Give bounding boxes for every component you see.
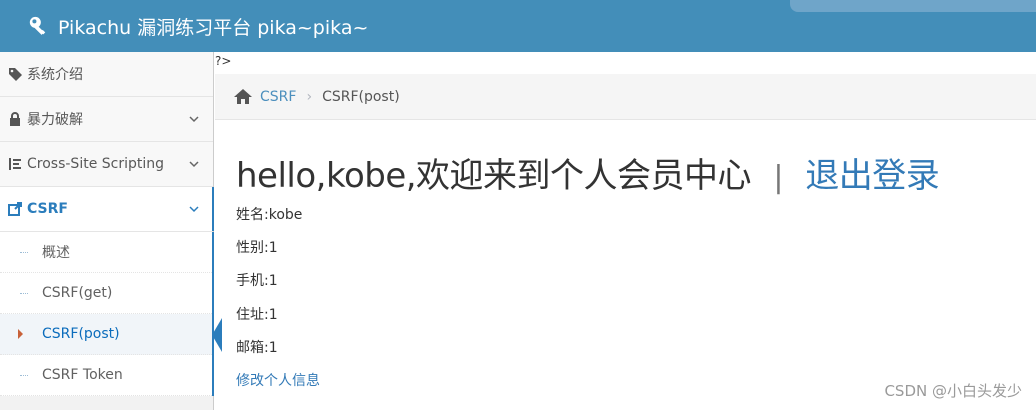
- sidebar-item-csrf[interactable]: CSRF: [0, 187, 214, 232]
- tree-line: [20, 375, 28, 376]
- key-icon: [29, 16, 46, 35]
- chevron-down-icon: [189, 161, 199, 168]
- edit-profile-link[interactable]: 修改个人信息: [236, 370, 320, 390]
- submenu-item-overview[interactable]: 概述: [0, 232, 212, 273]
- breadcrumb: CSRF › CSRF(post): [215, 74, 1036, 120]
- submenu-item-csrf-post[interactable]: CSRF(post): [0, 314, 222, 355]
- sidebar-item-label: Cross-Site Scripting: [27, 156, 165, 172]
- tags-icon: [8, 67, 24, 81]
- logout-link[interactable]: 退出登录: [805, 156, 940, 196]
- home-icon[interactable]: [233, 88, 253, 105]
- page-title: hello,kobe,欢迎来到个人会员中心 | 退出登录: [236, 148, 940, 197]
- chevron-down-icon: [189, 116, 199, 123]
- submenu-item-label: CSRF(get): [42, 285, 113, 301]
- sidebar: 系统介绍 暴力破解 Cross-Site Scripting CSRF 概述 C…: [0, 52, 222, 410]
- profile-email: 邮箱:1: [236, 340, 278, 356]
- profile-address: 住址:1: [236, 307, 278, 323]
- stray-text: ?>: [215, 54, 232, 68]
- main-content: ?> CSRF › CSRF(post) hello,kobe,欢迎来到个人会员…: [215, 52, 1036, 410]
- chevron-down-icon: [189, 206, 199, 213]
- sidebar-item-label: 暴力破解: [27, 112, 83, 128]
- sidebar-item-label: CSRF: [27, 201, 68, 217]
- breadcrumb-link-csrf[interactable]: CSRF: [260, 89, 296, 105]
- submenu-item-label: 概述: [42, 245, 70, 261]
- breadcrumb-separator: ›: [306, 88, 313, 105]
- user-area[interactable]: [790, 0, 1036, 12]
- profile-phone: 手机:1: [236, 273, 278, 289]
- tree-line: [20, 252, 28, 253]
- tree-line: [20, 293, 28, 294]
- title-divider: |: [773, 160, 783, 195]
- sidebar-item-label: 系统介绍: [27, 67, 83, 83]
- watermark: CSDN @小白头发少: [884, 382, 1022, 400]
- brand[interactable]: Pikachu 漏洞练习平台 pika~pika~: [28, 12, 368, 40]
- sidebar-item-intro[interactable]: 系统介绍: [0, 52, 213, 97]
- sidebar-item-bruteforce[interactable]: 暴力破解: [0, 97, 213, 142]
- breadcrumb-current: CSRF(post): [322, 88, 400, 105]
- app-title: Pikachu 漏洞练习平台 pika~pika~: [58, 16, 369, 39]
- submenu-item-csrf-token[interactable]: CSRF Token: [0, 355, 212, 396]
- profile-name: 姓名:kobe: [236, 207, 303, 223]
- submenu-item-label: CSRF Token: [42, 367, 123, 383]
- profile-gender: 性别:1: [236, 240, 278, 256]
- submenu-item-csrf-get[interactable]: CSRF(get): [0, 273, 212, 314]
- list-icon: [8, 157, 24, 171]
- csrf-submenu: 概述 CSRF(get) CSRF(post) CSRF Token: [0, 232, 222, 396]
- caret-right-icon: [18, 329, 23, 339]
- top-navbar: Pikachu 漏洞练习平台 pika~pika~: [0, 0, 1036, 52]
- greeting-text: hello,kobe,欢迎来到个人会员中心: [236, 156, 752, 196]
- lock-icon: [8, 112, 24, 126]
- submenu-item-label: CSRF(post): [42, 326, 120, 342]
- share-icon: [8, 202, 24, 216]
- sidebar-item-xss[interactable]: Cross-Site Scripting: [0, 142, 213, 187]
